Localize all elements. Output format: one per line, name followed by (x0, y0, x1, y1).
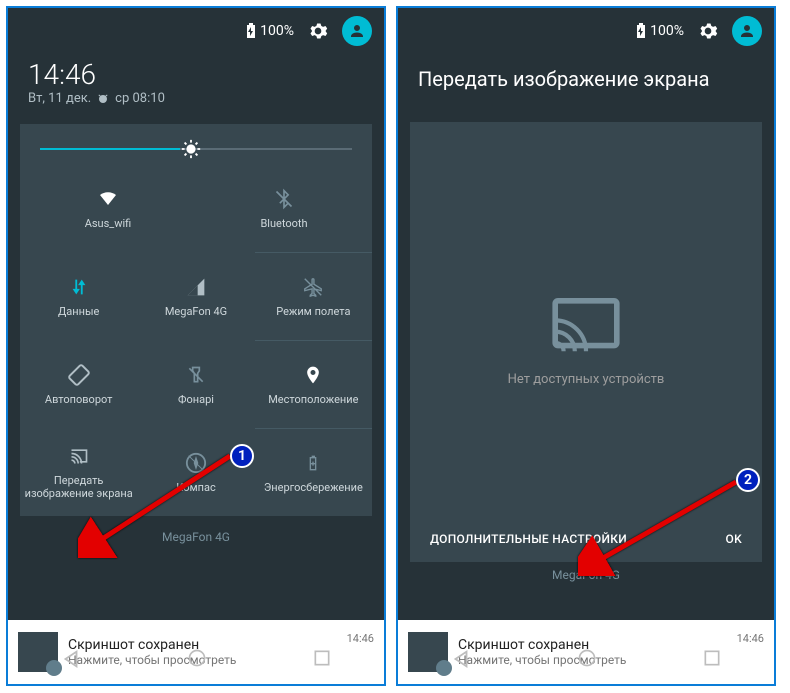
flashlight-icon (184, 363, 208, 387)
gear-icon (308, 21, 328, 41)
battery-charging-icon (246, 23, 256, 39)
cast-large-icon (551, 298, 621, 354)
qs-row-3: Автоповорот Фонарі Местоположение (20, 340, 372, 428)
qs-data[interactable]: Данные (20, 252, 137, 340)
battery-charging-icon (636, 23, 646, 39)
wifi-icon (96, 187, 120, 211)
signal-icon (184, 275, 208, 299)
no-devices-text: Нет доступных устройств (508, 372, 665, 387)
qs-battery-saver[interactable]: Энергосбережение (255, 428, 372, 516)
datetime-block: 14:46 Вт, 11 дек. ср 08:10 (8, 54, 384, 116)
alarm-icon (97, 93, 109, 105)
qs-row-2: Данные MegaFon 4G Режим полета (20, 252, 372, 340)
qs-bluetooth[interactable]: Bluetooth (196, 164, 372, 252)
qs-row-1: Asus_wifi Bluetooth (20, 164, 372, 252)
qs-airplane[interactable]: Режим полета (255, 252, 372, 340)
arrow-2 (578, 476, 746, 580)
qs-location[interactable]: Местоположение (255, 340, 372, 428)
phone-right: 100% Передать изображение экрана Нет дос… (396, 6, 776, 686)
rotate-icon (67, 363, 91, 387)
person-icon (348, 22, 366, 40)
battery-pct: 100% (260, 23, 294, 39)
gear-icon (698, 21, 718, 41)
settings-button[interactable] (696, 19, 720, 43)
date-text: Вт, 11 дек. (28, 91, 91, 106)
qs-autorotate[interactable]: Автоповорот (20, 340, 137, 428)
brightness-slider[interactable] (20, 124, 372, 164)
data-arrows-icon (67, 275, 91, 299)
status-bar: 100% (398, 8, 774, 54)
alarm-text: ср 08:10 (115, 91, 165, 106)
bluetooth-icon (272, 187, 296, 211)
qs-wifi[interactable]: Asus_wifi (20, 164, 196, 252)
arrow-1 (78, 448, 238, 562)
battery-pct: 100% (650, 23, 684, 39)
profile-avatar[interactable] (732, 16, 762, 46)
callout-2: 2 (736, 468, 760, 492)
status-bar: 100% (8, 8, 384, 54)
airplane-icon (301, 275, 325, 299)
notification-time: 14:46 (347, 632, 374, 645)
notification-title: Скриншот сохранен (458, 637, 727, 653)
clock-time: 14:46 (28, 58, 364, 91)
notification-title: Скриншот сохранен (68, 637, 337, 653)
callout-1: 1 (230, 444, 254, 468)
notification-thumbnail (408, 632, 448, 672)
battery-indicator: 100% (636, 23, 684, 39)
notification-screenshot[interactable]: Скриншот сохранен Нажмите, чтобы просмот… (398, 620, 774, 684)
date-row: Вт, 11 дек. ср 08:10 (28, 91, 364, 106)
notification-screenshot[interactable]: Скриншот сохранен Нажмите, чтобы просмот… (8, 620, 384, 684)
notification-sub: Нажмите, чтобы просмотреть (68, 653, 337, 667)
battery-saver-icon (301, 451, 325, 475)
notification-time: 14:46 (737, 632, 764, 645)
cast-screen-title: Передать изображение экрана (398, 54, 774, 92)
location-icon (301, 363, 325, 387)
battery-indicator: 100% (246, 23, 294, 39)
person-icon (738, 22, 756, 40)
notification-thumbnail (18, 632, 58, 672)
qs-signal[interactable]: MegaFon 4G (137, 252, 254, 340)
notification-sub: Нажмите, чтобы просмотреть (458, 653, 727, 667)
qs-flashlight[interactable]: Фонарі (137, 340, 254, 428)
brightness-icon (180, 138, 202, 160)
profile-avatar[interactable] (342, 16, 372, 46)
phone-left: 100% 14:46 Вт, 11 дек. ср 08:10 (6, 6, 386, 686)
settings-button[interactable] (306, 19, 330, 43)
